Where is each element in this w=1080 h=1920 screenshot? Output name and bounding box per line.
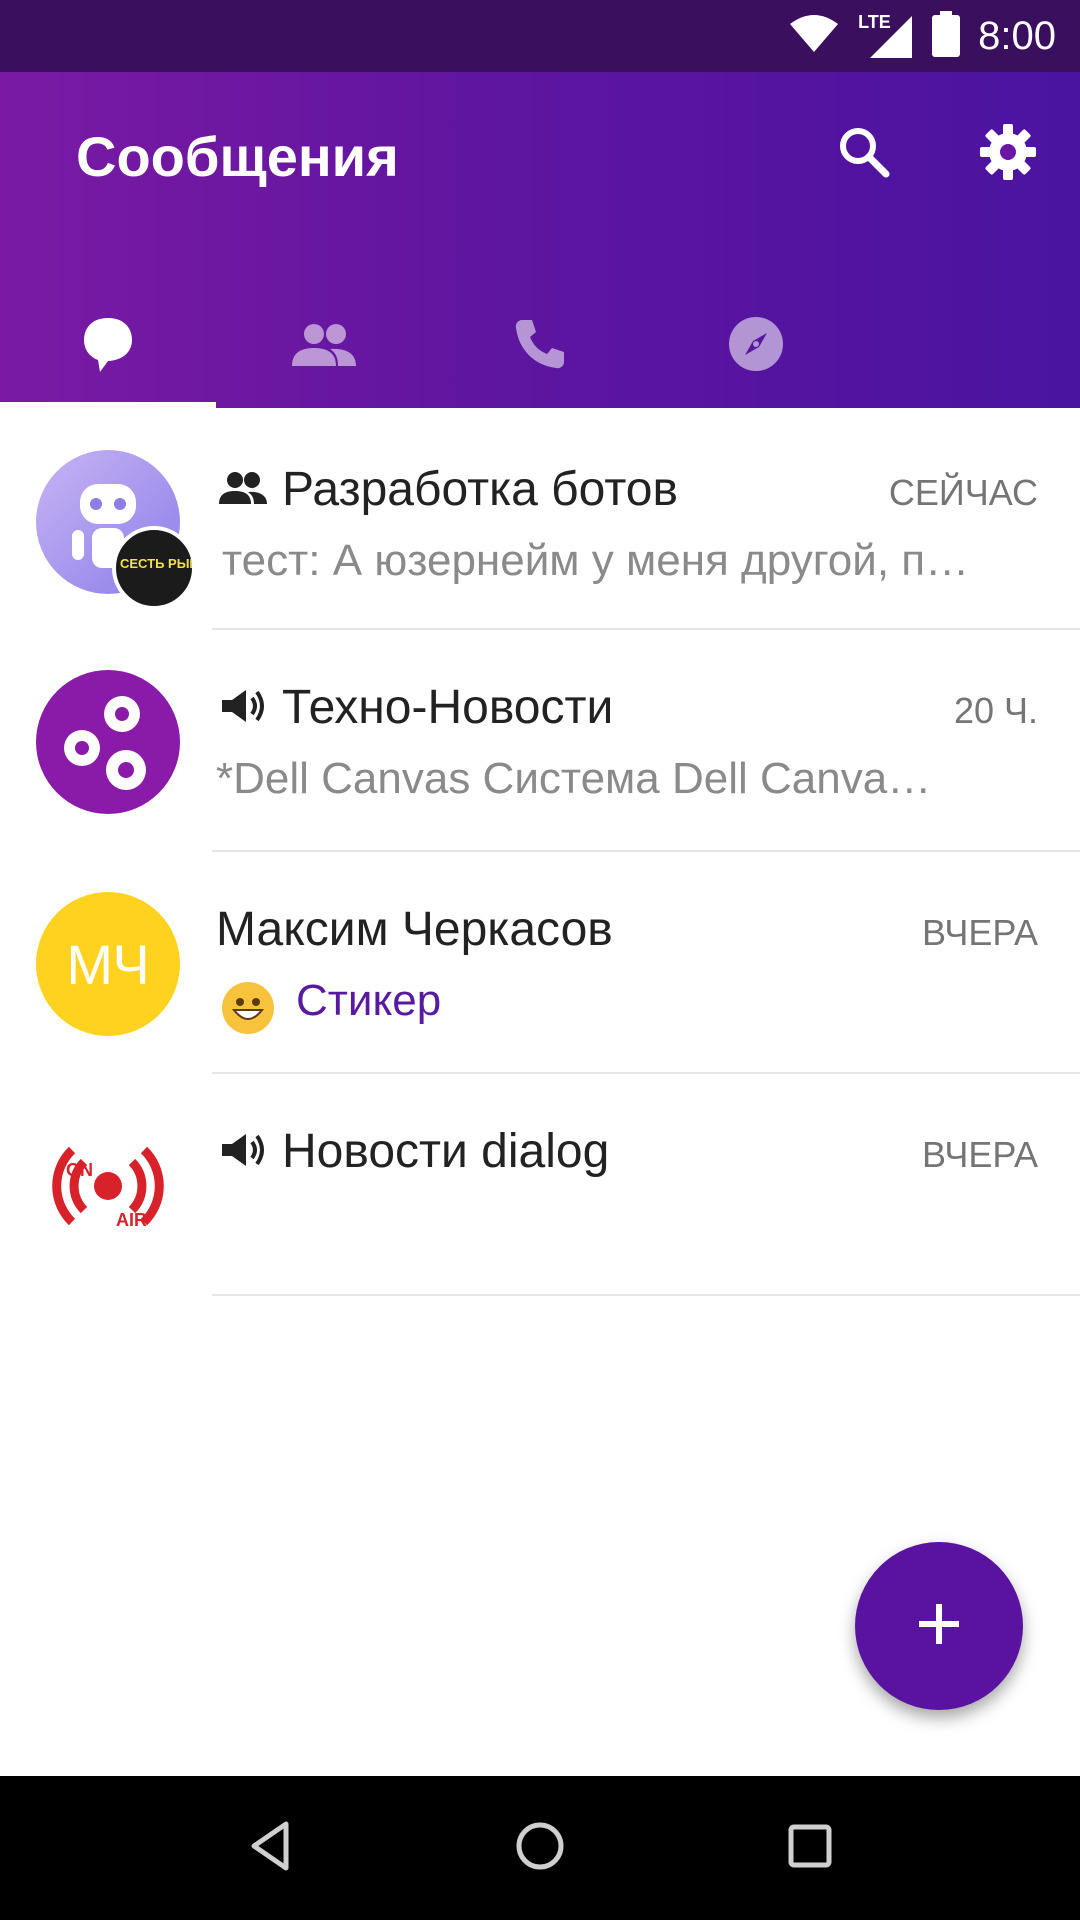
chat-row-tech-news[interactable]: Техно-Новости 20 Ч. *Dell Canvas Система…: [0, 630, 1080, 852]
on-air-logo-icon: [52, 1146, 164, 1226]
tab-bar: [0, 284, 1080, 408]
tab-calls[interactable]: [432, 284, 648, 408]
logo-text-on: ON: [66, 1160, 93, 1180]
chat-name: Новости dialog: [282, 1125, 610, 1178]
chat-preview: тест: А юзернейм у меня другой, п…: [222, 536, 970, 585]
people-icon: [290, 320, 358, 373]
status-icons: LTE 8:00: [788, 0, 1056, 72]
chat-name: Техно-Новости: [282, 681, 614, 734]
chat-time: ВЧЕРА: [921, 1134, 1038, 1175]
status-time: 8:00: [978, 13, 1056, 58]
tab-contacts[interactable]: [216, 284, 432, 408]
avatar: ON AIR: [36, 1114, 180, 1258]
gear-icon: [978, 122, 1038, 187]
settings-button[interactable]: [976, 122, 1040, 186]
chat-row-dialog-news[interactable]: ON AIR Новости dialog ВЧЕРА: [0, 1074, 1080, 1296]
new-chat-button[interactable]: [855, 1542, 1023, 1710]
group-member-badge: СЕСТЬ РЫБА: [112, 526, 196, 610]
back-button[interactable]: [234, 1812, 306, 1884]
search-icon: [836, 124, 892, 185]
chat-name: Максим Черкасов: [216, 903, 613, 956]
megaphone-icon: [220, 686, 266, 731]
battery-icon: [932, 10, 961, 62]
chat-time: 20 Ч.: [953, 690, 1038, 731]
gears-icon: [64, 696, 146, 790]
badge-label: СЕСТЬ РЫБА: [120, 556, 192, 571]
avatar-initials: МЧ: [66, 932, 150, 996]
compass-icon: [727, 315, 785, 378]
lte-signal-icon: LTE: [858, 12, 914, 60]
phone-icon: [512, 316, 568, 377]
avatar: МЧ: [36, 892, 180, 1036]
group-icon: [218, 470, 268, 511]
divider: [212, 1294, 1080, 1296]
logo-text-air: AIR: [116, 1210, 147, 1230]
page-title: Сообщения: [76, 125, 399, 188]
chat-time: СЕЙЧАС: [888, 472, 1038, 513]
chat-time: ВЧЕРА: [921, 912, 1038, 953]
chat-preview: Стикер: [296, 976, 442, 1025]
megaphone-icon: [220, 1130, 266, 1175]
wifi-icon: [788, 14, 840, 59]
search-button[interactable]: [832, 122, 896, 186]
recents-button[interactable]: [774, 1812, 846, 1884]
home-button[interactable]: [504, 1812, 576, 1884]
app-bar: Сообщения: [0, 72, 1080, 408]
chat-name: Разработка ботов: [282, 463, 678, 516]
chat-row-bot-dev[interactable]: СЕСТЬ РЫБА Разработка ботов СЕЙЧАС тест:…: [0, 408, 1080, 630]
plus-icon: [915, 1600, 963, 1653]
recents-icon: [787, 1823, 833, 1874]
status-bar: LTE 8:00: [0, 0, 1080, 72]
tab-chats[interactable]: [0, 284, 216, 408]
system-nav-bar: [0, 1776, 1080, 1920]
smile-emoji-icon: [220, 980, 276, 1041]
tab-discover[interactable]: [648, 284, 864, 408]
chat-preview: *Dell Canvas Система Dell Canva…: [216, 754, 932, 803]
chat-bubble-icon: [80, 314, 136, 379]
network-label: LTE: [858, 12, 891, 32]
home-icon: [514, 1820, 566, 1877]
avatar: [36, 670, 180, 814]
back-icon: [246, 1820, 294, 1877]
chat-row-maxim[interactable]: МЧ Максим Черкасов ВЧЕРА Стикер: [0, 852, 1080, 1074]
